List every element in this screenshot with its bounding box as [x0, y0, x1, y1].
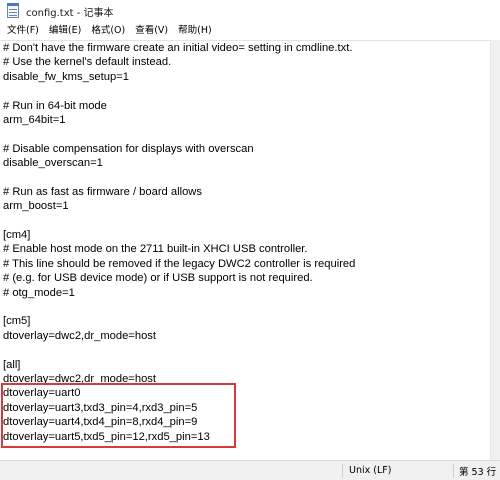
menu-bar: 文件(F) 编辑(E) 格式(O) 查看(V) 帮助(H)	[0, 22, 500, 40]
text-editor[interactable]: # Don't have the firmware create an init…	[0, 40, 490, 460]
editor-line: [all]	[3, 358, 21, 371]
vertical-scrollbar[interactable]	[490, 40, 500, 460]
editor-line: dtoverlay=uart3,txd3_pin=4,rxd3_pin=5	[3, 401, 198, 414]
menu-edit[interactable]: 编辑(E)	[44, 22, 86, 40]
editor-text[interactable]: # Don't have the firmware create an init…	[0, 41, 490, 444]
editor-line: disable_overscan=1	[3, 157, 103, 170]
editor-line: # (e.g. for USB device mode) or if USB s…	[3, 272, 313, 285]
editor-line: arm_64bit=1	[3, 113, 66, 126]
editor-line: [cm5]	[3, 315, 31, 328]
window-title: config.txt - 记事本	[26, 7, 114, 19]
editor-line: arm_boost=1	[3, 200, 69, 213]
editor-line: disable_fw_kms_setup=1	[3, 70, 129, 83]
editor-line: # Use the kernel's default instead.	[3, 56, 172, 69]
editor-line: dtoverlay=uart0	[3, 387, 81, 400]
status-bar: Unix (LF) 第 53 行	[0, 460, 500, 480]
editor-line: # Enable host mode on the 2711 built-in …	[3, 243, 308, 256]
editor-line: [cm4]	[3, 229, 31, 242]
editor-line: dtoverlay=uart5,txd5_pin=12,rxd5_pin=13	[3, 430, 210, 443]
cursor-position-indicator: 第 53 行	[459, 466, 497, 478]
notepad-icon	[6, 3, 20, 19]
editor-line: # Run in 64-bit mode	[3, 99, 107, 112]
editor-line: # otg_mode=1	[3, 286, 75, 299]
editor-line: dtoverlay=dwc2,dr_mode=host	[3, 329, 156, 342]
menu-format[interactable]: 格式(O)	[86, 22, 130, 40]
editor-line: dtoverlay=uart4,txd4_pin=8,rxd4_pin=9	[3, 416, 198, 429]
menu-view[interactable]: 查看(V)	[130, 22, 173, 40]
line-ending-indicator: Unix (LF)	[349, 465, 392, 476]
editor-line: # This line should be removed if the leg…	[3, 257, 356, 270]
title-bar: config.txt - 记事本	[0, 0, 500, 22]
editor-line: # Disable compensation for displays with…	[3, 142, 254, 155]
menu-file[interactable]: 文件(F)	[2, 22, 44, 40]
editor-line: dtoverlay=dwc2,dr_mode=host	[3, 372, 156, 385]
editor-line: # Don't have the firmware create an init…	[3, 42, 353, 54]
menu-help[interactable]: 帮助(H)	[173, 22, 217, 40]
editor-line: # Run as fast as firmware / board allows	[3, 185, 202, 198]
